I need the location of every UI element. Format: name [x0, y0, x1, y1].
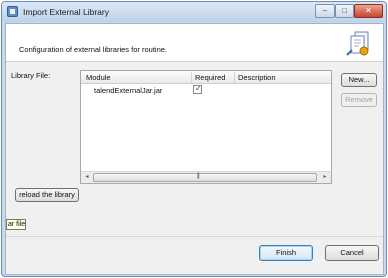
scroll-right-icon[interactable]: ▸ [320, 173, 330, 182]
column-divider[interactable] [234, 72, 235, 83]
column-header-description[interactable]: Description [238, 73, 276, 82]
maximize-icon: □ [342, 6, 347, 15]
module-cell: talendExternalJar.jar [94, 86, 163, 95]
header-message: Configuration of external libraries for … [19, 45, 167, 54]
scrollbar-thumb[interactable]: ||| [93, 173, 317, 182]
tooltip: ar file [6, 219, 26, 230]
table-row[interactable]: talendExternalJar.jar ✓ [81, 84, 331, 97]
import-library-icon [7, 6, 18, 17]
close-icon: ✕ [365, 6, 372, 15]
table-header: Module Required Description [81, 71, 331, 84]
grip-icon: ||| [197, 173, 200, 179]
cancel-button[interactable]: Cancel [325, 245, 379, 261]
check-icon: ✓ [195, 84, 202, 93]
window-title: Import External Library [23, 7, 109, 17]
column-divider[interactable] [191, 72, 192, 83]
footer-divider [6, 236, 383, 237]
maximize-button[interactable]: □ [335, 4, 354, 18]
reload-library-button[interactable]: reload the library [15, 188, 79, 202]
dialog-body: Configuration of external libraries for … [5, 23, 384, 275]
library-table[interactable]: Module Required Description talendExtern… [80, 70, 332, 184]
column-header-module[interactable]: Module [86, 73, 111, 82]
new-button[interactable]: New... [341, 73, 377, 87]
finish-button[interactable]: Finish [259, 245, 313, 261]
external-library-icon [346, 31, 369, 56]
horizontal-scrollbar[interactable]: ◂ ||| ▸ [81, 171, 331, 183]
title-bar[interactable]: Import External Library – □ ✕ [2, 2, 386, 22]
library-file-label: Library File: [11, 71, 51, 80]
required-checkbox[interactable]: ✓ [193, 84, 202, 94]
remove-button[interactable]: Remove [341, 93, 377, 107]
column-header-required[interactable]: Required [195, 73, 225, 82]
scroll-left-icon[interactable]: ◂ [82, 173, 92, 182]
dialog-header: Configuration of external libraries for … [6, 24, 383, 62]
minimize-icon: – [322, 6, 328, 15]
dialog-window: Import External Library – □ ✕ Configurat… [1, 1, 387, 277]
minimize-button[interactable]: – [315, 4, 335, 18]
close-button[interactable]: ✕ [354, 4, 383, 18]
